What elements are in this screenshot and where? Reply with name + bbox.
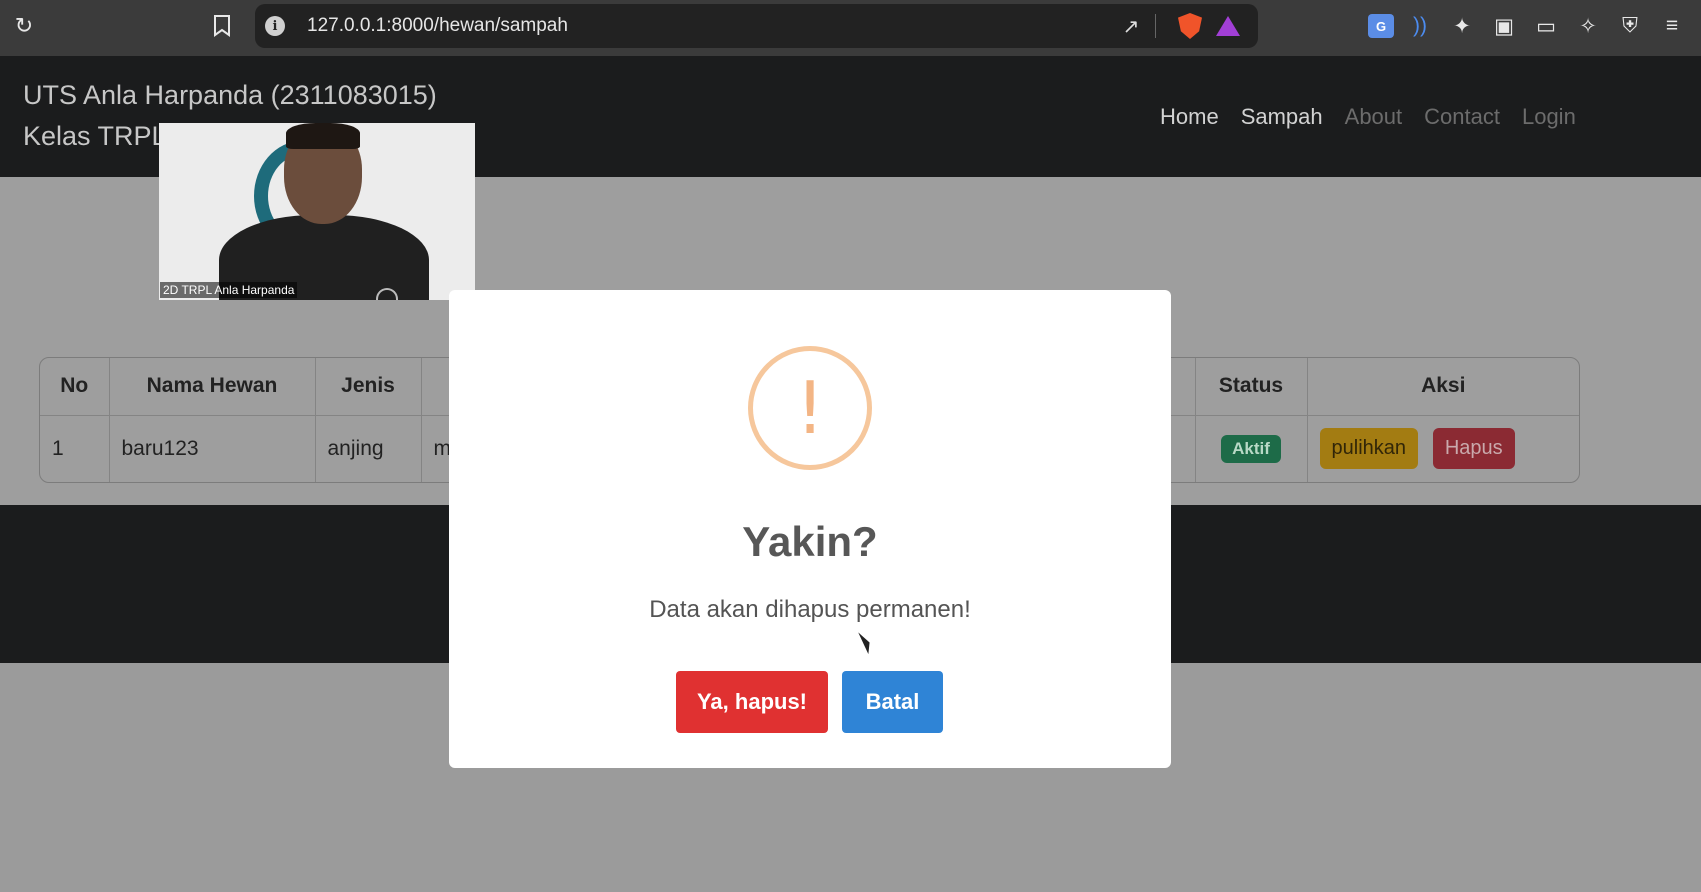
- confirm-delete-button[interactable]: Ya, hapus!: [676, 671, 828, 733]
- warning-glyph: !: [795, 366, 825, 450]
- header-nama: Nama Hewan: [109, 358, 316, 416]
- nav-home[interactable]: Home: [1160, 104, 1219, 130]
- cell-jenis: anjing: [315, 415, 422, 482]
- audio-icon[interactable]: )): [1404, 10, 1436, 42]
- bookmark-icon[interactable]: [206, 10, 238, 42]
- info-icon[interactable]: i: [265, 16, 285, 36]
- cancel-button[interactable]: Batal: [842, 671, 943, 733]
- brave-shield-icon[interactable]: [1178, 13, 1202, 39]
- cell-aksi: pulihkan Hapus: [1307, 415, 1579, 482]
- divider: [1155, 14, 1156, 38]
- status-badge: Aktif: [1221, 434, 1281, 463]
- reload-icon[interactable]: ↻: [8, 10, 40, 42]
- header-aksi: Aksi: [1307, 358, 1579, 416]
- extensions-icon[interactable]: ✦: [1446, 10, 1478, 42]
- nav-contact[interactable]: Contact: [1424, 104, 1500, 130]
- warning-icon: !: [748, 346, 872, 470]
- confirm-dialog: ! Yakin? Data akan dihapus permanen! Ya,…: [449, 290, 1171, 768]
- nav-sampah[interactable]: Sampah: [1241, 104, 1323, 130]
- header-status: Status: [1195, 358, 1308, 416]
- dialog-text: Data akan dihapus permanen!: [649, 596, 971, 623]
- sidebar-icon[interactable]: ▣: [1488, 10, 1520, 42]
- url-text[interactable]: 127.0.0.1:8000/hewan/sampah: [307, 15, 1115, 37]
- restore-button[interactable]: pulihkan: [1319, 428, 1419, 470]
- brave-rewards-icon[interactable]: [1216, 16, 1240, 36]
- webcam-label: 2D TRPL Anla Harpanda: [160, 282, 298, 298]
- webcam-overlay: 2D TRPL Anla Harpanda: [159, 123, 475, 300]
- header-jenis: Jenis: [315, 358, 422, 416]
- header-no: No: [40, 358, 110, 416]
- brand-title[interactable]: UTS Anla Harpanda (2311083015): [23, 80, 437, 111]
- nav-links: Home Sampah About Contact Login: [1160, 104, 1576, 130]
- extensions-row: G )) ✦ ▣ ▭ ✧ ⛨ ≡: [1368, 10, 1688, 42]
- browser-toolbar: ↻ i 127.0.0.1:8000/hewan/sampah ↗ G )) ✦…: [0, 0, 1701, 56]
- delete-button[interactable]: Hapus: [1432, 428, 1515, 470]
- address-bar[interactable]: i 127.0.0.1:8000/hewan/sampah ↗: [255, 4, 1258, 48]
- leo-ai-icon[interactable]: ✧: [1572, 10, 1604, 42]
- cell-status: Aktif: [1195, 415, 1308, 482]
- dialog-title: Yakin?: [742, 518, 878, 565]
- cell-nama: baru123: [109, 415, 316, 482]
- cell-no: 1: [40, 415, 110, 482]
- share-icon[interactable]: ↗: [1115, 14, 1147, 39]
- wallet-icon[interactable]: ▭: [1530, 10, 1562, 42]
- menu-icon[interactable]: ≡: [1656, 10, 1688, 42]
- person-hair: [286, 123, 360, 149]
- nav-about[interactable]: About: [1345, 104, 1403, 130]
- nav-login[interactable]: Login: [1522, 104, 1576, 130]
- brand-subtitle: Kelas TRPL: [23, 121, 167, 151]
- translate-icon[interactable]: G: [1368, 14, 1394, 38]
- vpn-shield-icon[interactable]: ⛨: [1614, 10, 1646, 42]
